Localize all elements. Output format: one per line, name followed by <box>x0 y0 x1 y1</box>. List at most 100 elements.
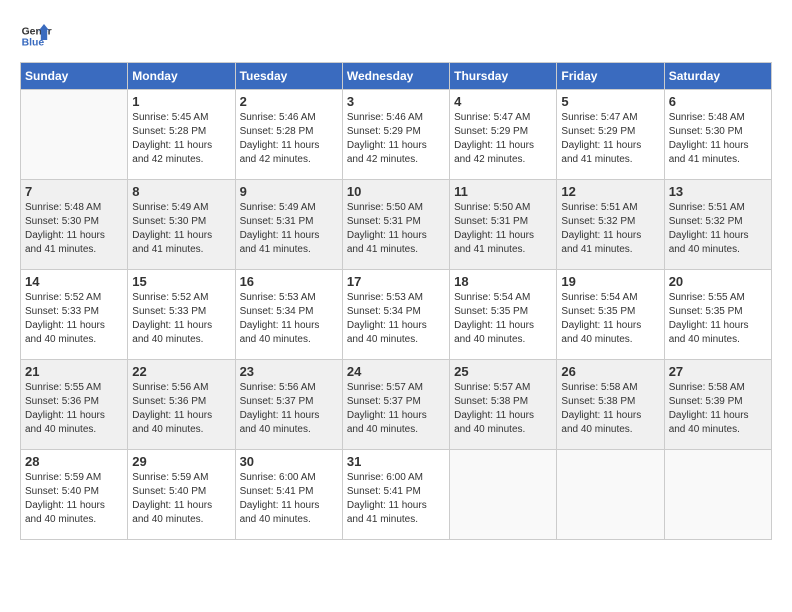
day-number: 22 <box>132 364 230 379</box>
day-number: 11 <box>454 184 552 199</box>
calendar-week-3: 14 Sunrise: 5:52 AM Sunset: 5:33 PM Dayli… <box>21 270 772 360</box>
header-saturday: Saturday <box>664 63 771 90</box>
day-info: Sunrise: 5:49 AM Sunset: 5:31 PM Dayligh… <box>240 201 338 257</box>
calendar-cell: 5 Sunrise: 5:47 AM Sunset: 5:29 PM Daylig… <box>557 90 664 180</box>
day-info: Sunrise: 5:49 AM Sunset: 5:30 PM Dayligh… <box>132 201 230 257</box>
day-number: 30 <box>240 454 338 469</box>
header-friday: Friday <box>557 63 664 90</box>
day-info: Sunrise: 5:48 AM Sunset: 5:30 PM Dayligh… <box>25 201 123 257</box>
day-info: Sunrise: 5:56 AM Sunset: 5:36 PM Dayligh… <box>132 381 230 437</box>
calendar-cell: 9 Sunrise: 5:49 AM Sunset: 5:31 PM Daylig… <box>235 180 342 270</box>
day-info: Sunrise: 5:59 AM Sunset: 5:40 PM Dayligh… <box>25 471 123 527</box>
calendar-cell: 1 Sunrise: 5:45 AM Sunset: 5:28 PM Daylig… <box>128 90 235 180</box>
day-info: Sunrise: 5:58 AM Sunset: 5:38 PM Dayligh… <box>561 381 659 437</box>
day-info: Sunrise: 5:58 AM Sunset: 5:39 PM Dayligh… <box>669 381 767 437</box>
day-number: 18 <box>454 274 552 289</box>
calendar-cell: 4Sunrise: 5:47 AM Sunset: 5:29 PM Daylig… <box>450 90 557 180</box>
calendar-cell <box>557 450 664 540</box>
day-info: Sunrise: 6:00 AM Sunset: 5:41 PM Dayligh… <box>240 471 338 527</box>
day-number: 3 <box>347 94 445 109</box>
calendar-cell <box>21 90 128 180</box>
svg-text:General: General <box>22 26 52 37</box>
day-info: Sunrise: 5:46 AM Sunset: 5:28 PM Dayligh… <box>240 111 338 167</box>
calendar-cell: 23 Sunrise: 5:56 AM Sunset: 5:37 PM Dayli… <box>235 360 342 450</box>
logo-icon: General Blue <box>20 20 52 52</box>
day-number: 15 <box>132 274 230 289</box>
day-info: Sunrise: 5:57 AM Sunset: 5:37 PM Dayligh… <box>347 381 445 437</box>
day-info: Sunrise: 5:57 AM Sunset: 5:38 PM Dayligh… <box>454 381 552 437</box>
calendar-cell: 2 Sunrise: 5:46 AM Sunset: 5:28 PM Daylig… <box>235 90 342 180</box>
calendar-cell: 21 Sunrise: 5:55 AM Sunset: 5:36 PM Dayli… <box>21 360 128 450</box>
day-info: Sunrise: 5:51 AM Sunset: 5:32 PM Dayligh… <box>561 201 659 257</box>
day-info: Sunrise: 5:47 AM Sunset: 5:29 PM Dayligh… <box>561 111 659 167</box>
calendar-cell: 28Sunrise: 5:59 AM Sunset: 5:40 PM Dayli… <box>21 450 128 540</box>
calendar-cell: 30 Sunrise: 6:00 AM Sunset: 5:41 PM Dayli… <box>235 450 342 540</box>
calendar-cell: 10 Sunrise: 5:50 AM Sunset: 5:31 PM Dayli… <box>342 180 449 270</box>
day-number: 19 <box>561 274 659 289</box>
day-number: 26 <box>561 364 659 379</box>
day-number: 16 <box>240 274 338 289</box>
calendar-week-1: 1 Sunrise: 5:45 AM Sunset: 5:28 PM Daylig… <box>21 90 772 180</box>
day-number: 14 <box>25 274 123 289</box>
calendar-week-2: 7 Sunrise: 5:48 AM Sunset: 5:30 PM Daylig… <box>21 180 772 270</box>
calendar-cell: 12 Sunrise: 5:51 AM Sunset: 5:32 PM Dayli… <box>557 180 664 270</box>
day-number: 9 <box>240 184 338 199</box>
day-info: Sunrise: 5:53 AM Sunset: 5:34 PM Dayligh… <box>240 291 338 347</box>
header-sunday: Sunday <box>21 63 128 90</box>
calendar-cell: 13Sunrise: 5:51 AM Sunset: 5:32 PM Dayli… <box>664 180 771 270</box>
day-number: 1 <box>132 94 230 109</box>
day-number: 20 <box>669 274 767 289</box>
day-number: 17 <box>347 274 445 289</box>
calendar-cell: 25 Sunrise: 5:57 AM Sunset: 5:38 PM Dayli… <box>450 360 557 450</box>
calendar-cell <box>664 450 771 540</box>
day-info: Sunrise: 5:55 AM Sunset: 5:35 PM Dayligh… <box>669 291 767 347</box>
calendar-cell: 15 Sunrise: 5:52 AM Sunset: 5:33 PM Dayli… <box>128 270 235 360</box>
day-number: 8 <box>132 184 230 199</box>
day-number: 29 <box>132 454 230 469</box>
day-number: 10 <box>347 184 445 199</box>
calendar-cell: 18 Sunrise: 5:54 AM Sunset: 5:35 PM Dayli… <box>450 270 557 360</box>
day-info: Sunrise: 5:50 AM Sunset: 5:31 PM Dayligh… <box>347 201 445 257</box>
calendar-week-5: 28Sunrise: 5:59 AM Sunset: 5:40 PM Dayli… <box>21 450 772 540</box>
calendar-cell: 19Sunrise: 5:54 AM Sunset: 5:35 PM Dayli… <box>557 270 664 360</box>
calendar-cell: 11Sunrise: 5:50 AM Sunset: 5:31 PM Dayli… <box>450 180 557 270</box>
day-info: Sunrise: 5:56 AM Sunset: 5:37 PM Dayligh… <box>240 381 338 437</box>
day-info: Sunrise: 5:52 AM Sunset: 5:33 PM Dayligh… <box>25 291 123 347</box>
header-tuesday: Tuesday <box>235 63 342 90</box>
header-wednesday: Wednesday <box>342 63 449 90</box>
page-header: General Blue <box>20 20 772 52</box>
calendar-cell: 14 Sunrise: 5:52 AM Sunset: 5:33 PM Dayli… <box>21 270 128 360</box>
day-number: 23 <box>240 364 338 379</box>
day-number: 13 <box>669 184 767 199</box>
day-number: 2 <box>240 94 338 109</box>
calendar-cell: 27 Sunrise: 5:58 AM Sunset: 5:39 PM Dayli… <box>664 360 771 450</box>
day-info: Sunrise: 5:48 AM Sunset: 5:30 PM Dayligh… <box>669 111 767 167</box>
calendar-cell: 7 Sunrise: 5:48 AM Sunset: 5:30 PM Daylig… <box>21 180 128 270</box>
logo: General Blue <box>20 20 52 52</box>
calendar-cell: 31Sunrise: 6:00 AM Sunset: 5:41 PM Dayli… <box>342 450 449 540</box>
calendar-cell: 22 Sunrise: 5:56 AM Sunset: 5:36 PM Dayli… <box>128 360 235 450</box>
day-number: 27 <box>669 364 767 379</box>
day-number: 31 <box>347 454 445 469</box>
calendar-cell: 20 Sunrise: 5:55 AM Sunset: 5:35 PM Dayli… <box>664 270 771 360</box>
day-info: Sunrise: 5:52 AM Sunset: 5:33 PM Dayligh… <box>132 291 230 347</box>
day-info: Sunrise: 5:45 AM Sunset: 5:28 PM Dayligh… <box>132 111 230 167</box>
calendar-header-row: SundayMondayTuesdayWednesdayThursdayFrid… <box>21 63 772 90</box>
calendar-cell: 29 Sunrise: 5:59 AM Sunset: 5:40 PM Dayli… <box>128 450 235 540</box>
day-number: 24 <box>347 364 445 379</box>
calendar-week-4: 21 Sunrise: 5:55 AM Sunset: 5:36 PM Dayli… <box>21 360 772 450</box>
calendar-cell: 8 Sunrise: 5:49 AM Sunset: 5:30 PM Daylig… <box>128 180 235 270</box>
day-info: Sunrise: 5:54 AM Sunset: 5:35 PM Dayligh… <box>454 291 552 347</box>
day-number: 7 <box>25 184 123 199</box>
day-number: 25 <box>454 364 552 379</box>
day-number: 5 <box>561 94 659 109</box>
day-info: Sunrise: 5:55 AM Sunset: 5:36 PM Dayligh… <box>25 381 123 437</box>
day-number: 12 <box>561 184 659 199</box>
day-number: 21 <box>25 364 123 379</box>
calendar-cell: 17 Sunrise: 5:53 AM Sunset: 5:34 PM Dayli… <box>342 270 449 360</box>
day-number: 4 <box>454 94 552 109</box>
day-number: 6 <box>669 94 767 109</box>
day-info: Sunrise: 5:59 AM Sunset: 5:40 PM Dayligh… <box>132 471 230 527</box>
calendar-cell: 26 Sunrise: 5:58 AM Sunset: 5:38 PM Dayli… <box>557 360 664 450</box>
day-info: Sunrise: 5:53 AM Sunset: 5:34 PM Dayligh… <box>347 291 445 347</box>
